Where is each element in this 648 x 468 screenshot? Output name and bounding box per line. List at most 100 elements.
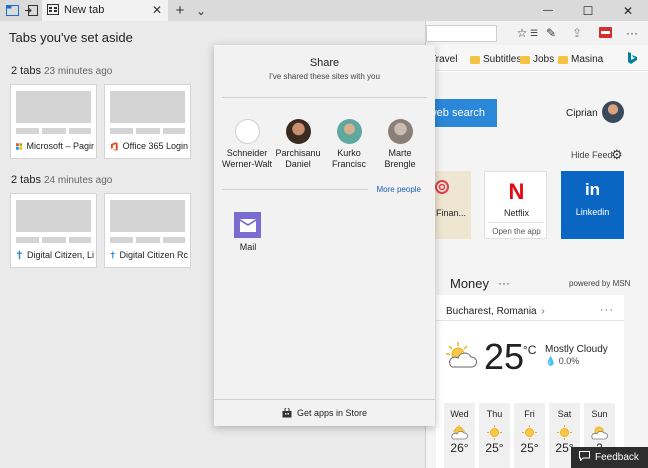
share-contact[interactable]: Schneider Werner-Walt xyxy=(221,119,273,170)
digital-citizen-logo-icon xyxy=(16,250,23,260)
new-tab-button[interactable]: + xyxy=(172,2,188,19)
top-site-finance[interactable]: Finan... xyxy=(432,171,471,239)
contact-first-name: Parchisanu xyxy=(275,148,321,158)
share-contact[interactable]: Parchisanu Daniel xyxy=(272,119,324,170)
share-app-label: Mail xyxy=(239,242,257,252)
address-input[interactable] xyxy=(426,25,497,42)
avatar xyxy=(336,119,362,144)
weather-more-button[interactable]: ··· xyxy=(600,304,614,316)
tab-group-time: 24 minutes ago xyxy=(43,175,113,186)
thumbnail-placeholder xyxy=(110,237,133,243)
more-people-link[interactable]: More people xyxy=(377,185,421,194)
weather-condition: Mostly Cloudy xyxy=(545,344,608,355)
tile-label: Netflix xyxy=(503,208,529,218)
thumbnail-placeholder xyxy=(16,128,39,134)
tabs-aside-icon[interactable] xyxy=(4,3,20,18)
web-search-button[interactable]: web search xyxy=(426,99,497,127)
favorite-label: Masina xyxy=(571,54,604,65)
tab-group-count: 2 tabs xyxy=(11,65,41,77)
share-title: Share xyxy=(309,57,340,69)
office-logo-icon xyxy=(110,141,118,151)
gear-icon[interactable]: ⚙ xyxy=(611,147,623,163)
thumbnail-placeholder xyxy=(16,200,91,232)
top-site-linkedin[interactable]: in Linkedin xyxy=(561,171,624,239)
share-contact[interactable]: Marte Brengle xyxy=(374,119,426,170)
thumbnail-placeholder xyxy=(136,237,160,243)
thumbnail-placeholder xyxy=(16,91,91,123)
forecast-temp: 25° xyxy=(485,441,504,455)
get-apps-in-store-link[interactable]: Get apps in Store xyxy=(214,408,435,418)
precipitation-value: 0.0% xyxy=(558,356,580,366)
share-app-mail[interactable]: Mail xyxy=(234,212,262,252)
folder-icon xyxy=(520,55,530,64)
contact-first-name: Schneider xyxy=(226,148,268,158)
money-more-button[interactable]: ··· xyxy=(498,276,510,290)
weather-location-label: Bucharest, Romania xyxy=(446,306,537,317)
share-contact[interactable]: Kurko Francisc xyxy=(323,119,375,170)
favorite-folder[interactable]: Subtitles xyxy=(470,54,521,65)
forecast-day-name: Sat xyxy=(557,409,572,419)
partly-cloudy-icon xyxy=(446,342,478,368)
set-aside-tab-card[interactable]: Digital Citizen Rc xyxy=(104,193,191,268)
thumbnail-placeholder xyxy=(42,237,66,243)
thumbnail-placeholder xyxy=(16,237,39,243)
top-site-netflix[interactable]: N Netflix Open the app xyxy=(484,171,547,239)
minimize-button[interactable]: — xyxy=(528,0,568,21)
forecast-day[interactable]: Fri 25° xyxy=(514,403,545,468)
set-aside-tab-card[interactable]: Office 365 Login xyxy=(104,84,191,159)
favorite-folder[interactable]: Jobs xyxy=(520,54,554,65)
web-notes-icon[interactable]: ✎ xyxy=(543,26,559,40)
thumbnail-placeholder xyxy=(69,128,91,134)
forecast-day[interactable]: Thu 25° xyxy=(479,403,510,468)
tab-group-header[interactable]: 2 tabs 23 minutes ago xyxy=(11,65,112,77)
weather-location[interactable]: Bucharest, Romania › xyxy=(446,306,545,317)
thumbnail-placeholder xyxy=(136,128,160,134)
current-temperature: 25 xyxy=(484,336,525,377)
forecast-temp: 26° xyxy=(450,441,469,455)
maximize-button[interactable]: ☐ xyxy=(568,0,608,21)
tile-label: Linkedin xyxy=(575,207,610,217)
contact-last-name: Brengle xyxy=(384,159,416,169)
weather-card[interactable]: Bucharest, Romania › ··· 25 °C Mostly Cl… xyxy=(436,295,624,468)
user-name: Ciprian xyxy=(566,108,598,119)
mail-app-icon xyxy=(234,212,261,238)
avatar xyxy=(285,119,311,144)
forecast-day[interactable]: Wed 26° xyxy=(444,403,475,468)
contact-last-name: Francisc xyxy=(331,159,366,169)
bing-icon[interactable] xyxy=(627,52,637,64)
feedback-button[interactable]: Feedback xyxy=(571,447,648,468)
thumbnail-placeholder xyxy=(163,237,185,243)
divider xyxy=(222,189,368,190)
open-app-link[interactable]: Open the app xyxy=(485,227,548,236)
sun-icon xyxy=(557,425,572,440)
user-avatar[interactable] xyxy=(602,101,624,123)
favorite-folder[interactable]: Masina xyxy=(558,54,603,65)
tab-group-header[interactable]: 2 tabs 24 minutes ago xyxy=(11,174,112,186)
tab-new-tab[interactable]: New tab ✕ xyxy=(42,0,168,21)
set-tabs-aside-icon[interactable] xyxy=(23,3,39,18)
close-tab-icon[interactable]: ✕ xyxy=(152,3,162,17)
store-bag-icon xyxy=(282,408,292,418)
forecast-day-name: Thu xyxy=(486,409,503,419)
favorite-label: Jobs xyxy=(533,54,555,65)
weather-divider xyxy=(436,320,624,321)
forecast-day-name: Sun xyxy=(591,409,608,419)
temperature-unit[interactable]: °C xyxy=(523,343,536,357)
tab-list-chevron-icon[interactable]: ⌄ xyxy=(193,3,209,18)
close-window-button[interactable]: ✕ xyxy=(608,0,648,21)
finance-site-icon xyxy=(435,180,449,194)
digital-citizen-logo-icon xyxy=(110,251,115,259)
reading-list-icon[interactable]: ☰ xyxy=(526,28,542,39)
more-menu-icon[interactable]: ··· xyxy=(624,26,640,40)
extension-icon[interactable] xyxy=(597,27,613,41)
share-subtitle: I've shared these sites with you xyxy=(269,72,380,81)
store-link-label: Get apps in Store xyxy=(296,408,368,418)
tab-card-title: Office 365 Login xyxy=(110,141,188,151)
precipitation: 💧 0.0% xyxy=(545,356,579,367)
set-aside-tab-card[interactable]: Digital Citizen, Li xyxy=(10,193,97,268)
tab-card-label: Digital Citizen Rc xyxy=(119,250,188,260)
tab-card-label: Office 365 Login xyxy=(122,141,188,151)
share-icon[interactable]: ⇪ xyxy=(569,26,585,40)
hide-feed-link[interactable]: Hide Feed xyxy=(571,150,613,160)
set-aside-tab-card[interactable]: Microsoft – Pagir xyxy=(10,84,97,159)
